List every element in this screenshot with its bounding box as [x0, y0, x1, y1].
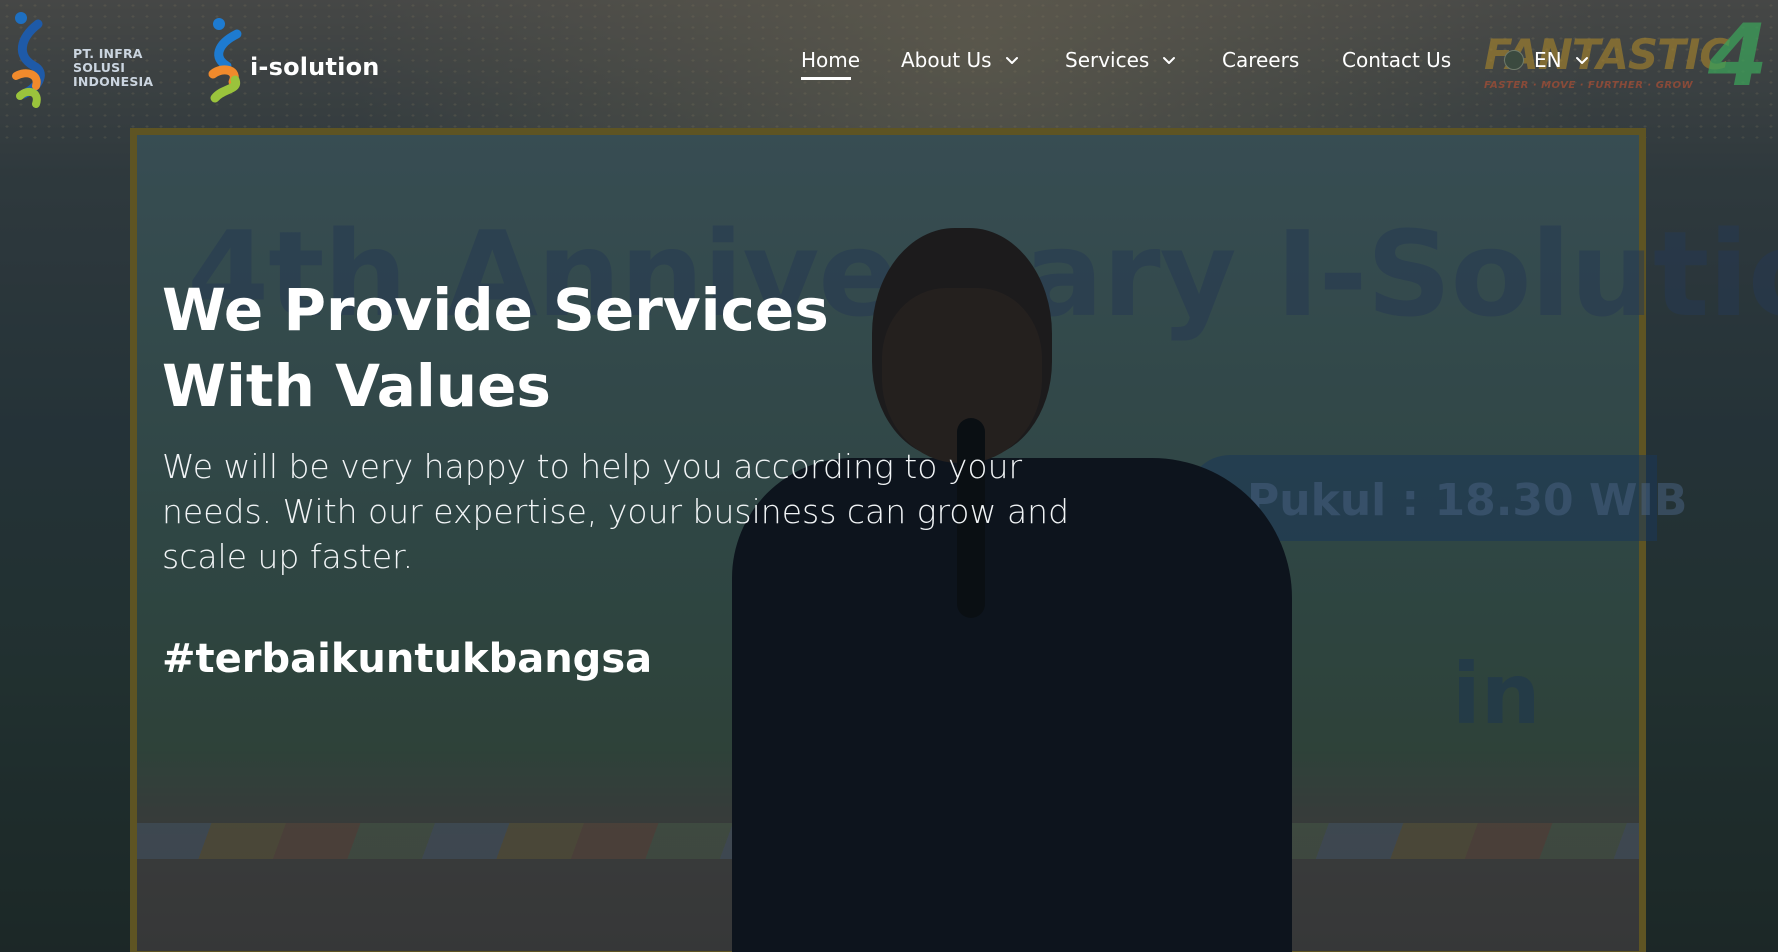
nav-contact-us-link[interactable]: Contact Us [1342, 48, 1451, 72]
chevron-down-icon [1163, 57, 1176, 64]
language-label: EN [1534, 48, 1562, 72]
chevron-down-icon [1005, 57, 1018, 64]
nav-careers-link[interactable]: Careers [1222, 48, 1299, 72]
nav-contact-us-label: Contact Us [1342, 48, 1452, 72]
i-solution-logo-mark-icon [208, 18, 242, 103]
infra-solusi-logo[interactable]: PT. INFRA SOLUSI INDONESIA [10, 8, 190, 108]
globe-icon [1504, 50, 1524, 70]
nav-about-us-label: About Us [901, 48, 992, 72]
nav-services-dropdown[interactable]: Services [1065, 48, 1179, 72]
fantastic-logo-numeral: 4 [1708, 6, 1768, 106]
fantastic-logo-tagline: FASTER · MOVE · FURTHER · GROW [1484, 80, 1694, 91]
nav-home-link[interactable]: Home [801, 48, 860, 72]
language-selector[interactable]: EN [1504, 48, 1592, 72]
nav-careers-label: Careers [1222, 48, 1300, 72]
nav-active-indicator [801, 77, 851, 80]
nav-home-label: Home [801, 48, 861, 72]
infra-solusi-logo-mark-icon [12, 12, 45, 108]
hero-headline-line1: We Provide Services [162, 276, 829, 344]
hero-hashtag: #terbaikuntukbangsa [162, 636, 653, 682]
i-solution-logo-text: i-solution [250, 53, 380, 81]
chevron-down-icon [1575, 57, 1588, 64]
hero-subtext: We will be very happy to help you accord… [162, 447, 1070, 576]
site-header: PT. INFRA SOLUSI INDONESIA i-solution Ho… [0, 0, 1778, 120]
nav-about-us-dropdown[interactable]: About Us [901, 48, 1022, 72]
hero-section: 4th Anniversary I-Solution Pukul : 18.30… [0, 0, 1778, 952]
hero-headline: We Provide Services With Values [162, 272, 1062, 424]
hero-headline-line2: With Values [162, 352, 551, 420]
nav-services-label: Services [1065, 48, 1150, 72]
infra-solusi-logo-text: PT. INFRA SOLUSI INDONESIA [73, 46, 154, 89]
